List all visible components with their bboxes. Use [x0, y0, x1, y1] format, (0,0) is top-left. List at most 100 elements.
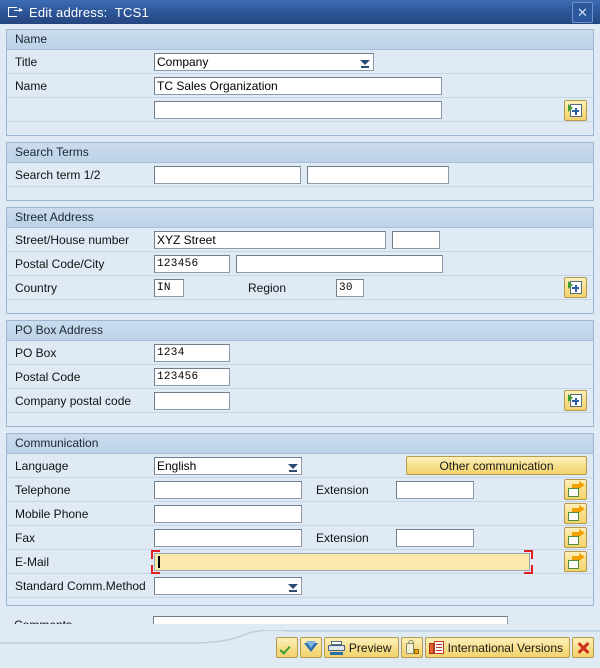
chevron-down-icon	[288, 583, 298, 589]
goto-icon	[567, 529, 585, 545]
language-dropdown[interactable]: English	[154, 456, 302, 475]
fax-extension-label: Extension	[316, 530, 369, 545]
po-postal-code-input[interactable]: 123456	[154, 367, 230, 386]
address-detail-icon	[568, 280, 583, 295]
section-name-body: Title Company Name TC Sales Organization	[7, 50, 593, 135]
name-input[interactable]: TC Sales Organization	[154, 76, 442, 95]
language-label: Language	[15, 458, 69, 473]
mobile-input[interactable]	[154, 504, 302, 523]
email-input[interactable]	[154, 552, 530, 571]
goto-icon-button-fax[interactable]	[564, 527, 587, 548]
goto-icon-button-email[interactable]	[564, 551, 587, 572]
company-postal-label: Company postal code	[15, 393, 132, 408]
section-communication-body: Language English Other communication Tel…	[7, 454, 593, 605]
po-postal-label: Postal Code	[15, 369, 81, 384]
row-po-postal: Postal Code 123456	[7, 365, 593, 389]
title-label: Title	[15, 54, 38, 69]
international-versions-button[interactable]: International Versions	[424, 637, 570, 658]
continue-button[interactable]	[275, 637, 298, 658]
lock-icon	[405, 639, 419, 655]
fax-extension-input[interactable]	[396, 528, 474, 547]
section-street-address-header: Street Address	[7, 208, 593, 228]
section-street-address: Street Address Street/House number XYZ S…	[6, 207, 594, 314]
dialog-content: Name Title Company Name TC Sales Organiz…	[0, 24, 600, 639]
section-name-header: Name	[7, 30, 593, 50]
row-street: Street/House number XYZ Street	[7, 228, 593, 252]
house-number-input[interactable]	[392, 230, 440, 249]
section-communication-header: Communication	[7, 434, 593, 454]
section-search-terms-header: Search Terms	[7, 143, 593, 163]
printer-icon	[327, 640, 345, 655]
region-label: Region	[248, 280, 287, 295]
section-street-address-body: Street/House number XYZ Street Postal Co…	[7, 228, 593, 313]
row-telephone: Telephone Extension	[7, 478, 593, 502]
fax-input[interactable]	[154, 528, 302, 547]
address-detail-icon	[568, 393, 583, 408]
red-x-icon	[577, 641, 590, 654]
row-country-region: Country IN Region 30	[7, 276, 593, 300]
po-box-input[interactable]: 1234	[154, 343, 230, 362]
search-term-2-input[interactable]	[307, 165, 449, 184]
address-detail-icon-button-street[interactable]	[564, 277, 587, 298]
street-input[interactable]: XYZ Street	[154, 230, 386, 249]
focus-bracket-top-right	[524, 549, 533, 559]
goto-icon-button-telephone[interactable]	[564, 479, 587, 500]
international-versions-icon	[428, 640, 444, 655]
close-icon[interactable]: ✕	[572, 1, 593, 23]
country-label: Country	[15, 280, 58, 295]
edit-address-dialog: Edit address: TCS1 ✕ Name Title Company …	[0, 0, 600, 668]
goto-icon	[567, 481, 585, 497]
telephone-input[interactable]	[154, 480, 302, 499]
row-name2	[7, 98, 593, 122]
focus-bracket-bottom-left	[151, 564, 160, 574]
row-po-box: PO Box 1234	[7, 341, 593, 365]
street-label: Street/House number	[15, 232, 130, 247]
preview-label: Preview	[348, 640, 392, 655]
chevron-down-icon	[288, 463, 298, 469]
title-dropdown[interactable]: Company	[154, 52, 374, 71]
standard-comm-method-label: Standard Comm.Method	[15, 578, 146, 593]
international-versions-label: International Versions	[447, 640, 563, 655]
region-input[interactable]: 30	[336, 278, 364, 297]
address-detail-icon-button-pobox[interactable]	[564, 390, 587, 411]
section-search-terms: Search Terms Search term 1/2	[6, 142, 594, 201]
preview-button[interactable]: Preview	[323, 637, 399, 658]
section-po-box-header: PO Box Address	[7, 321, 593, 341]
telephone-extension-input[interactable]	[396, 480, 474, 499]
language-value: English	[157, 458, 197, 473]
section-communication: Communication Language English Other com…	[6, 433, 594, 606]
goto-icon-button-mobile[interactable]	[564, 503, 587, 524]
name2-input[interactable]	[154, 100, 442, 119]
row-postal-city: Postal Code/City 123456	[7, 252, 593, 276]
po-box-label: PO Box	[15, 345, 57, 360]
section-po-box-address: PO Box Address PO Box 1234 Postal Code 1…	[6, 320, 594, 427]
dialog-footer: Preview International Versions	[0, 624, 600, 668]
row-title: Title Company	[7, 50, 593, 74]
fax-label: Fax	[15, 530, 36, 545]
company-postal-code-input[interactable]	[154, 391, 230, 410]
country-input[interactable]: IN	[154, 278, 184, 297]
row-email: E-Mail	[7, 549, 593, 574]
postal-code-input[interactable]: 123456	[154, 254, 230, 273]
lock-button[interactable]	[400, 637, 423, 658]
search-term-1-input[interactable]	[154, 165, 301, 184]
row-name: Name TC Sales Organization	[7, 74, 593, 98]
address-detail-icon-button-name[interactable]	[564, 100, 587, 121]
email-field-wrapper	[151, 549, 533, 574]
city-input[interactable]	[236, 254, 443, 273]
section-name: Name Title Company Name TC Sales Organiz…	[6, 29, 594, 136]
standard-comm-method-dropdown[interactable]	[154, 576, 302, 595]
telephone-label: Telephone	[15, 482, 71, 497]
row-mobile: Mobile Phone	[7, 502, 593, 526]
other-communication-button[interactable]: Other communication	[406, 456, 587, 475]
row-company-postal: Company postal code	[7, 389, 593, 413]
chevron-down-icon	[360, 59, 370, 65]
dialog-title: Edit address: TCS1	[29, 4, 149, 20]
mobile-label: Mobile Phone	[15, 506, 89, 521]
cancel-button[interactable]	[572, 637, 594, 658]
section-search-terms-body: Search term 1/2	[7, 163, 593, 200]
section-po-box-body: PO Box 1234 Postal Code 123456 Company p…	[7, 341, 593, 426]
row-search-term: Search term 1/2	[7, 163, 593, 187]
more-options-button[interactable]	[299, 637, 322, 658]
focus-bracket-top-left	[151, 549, 160, 559]
